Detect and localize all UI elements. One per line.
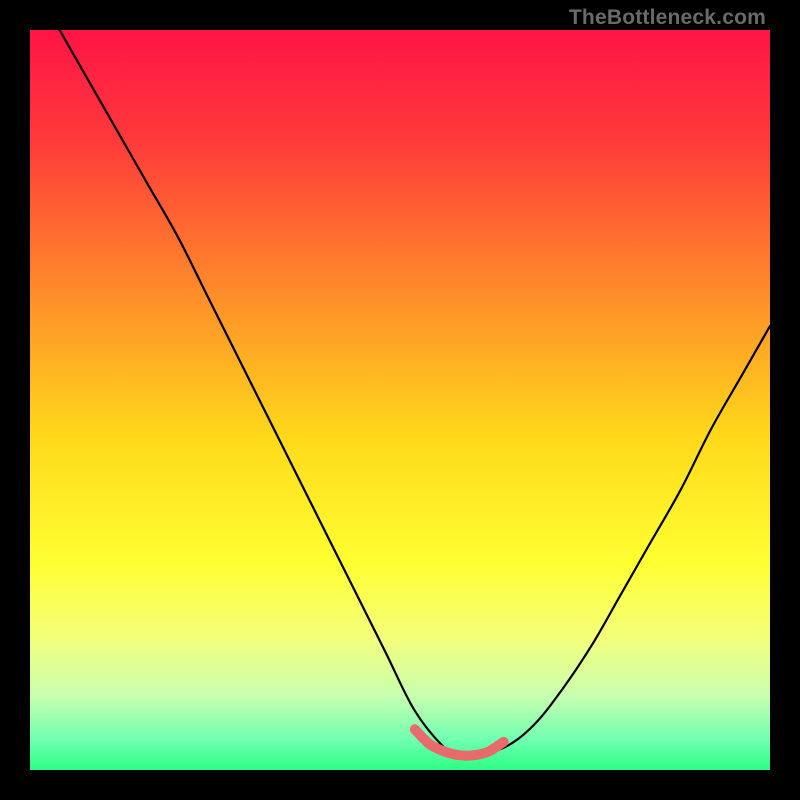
chart-container: TheBottleneck.com [0,0,800,800]
watermark-text: TheBottleneck.com [569,6,766,30]
optimal-zone-highlight [415,729,504,755]
curve-layer [30,30,770,770]
bottleneck-curve [60,30,770,756]
plot-area [30,30,770,770]
